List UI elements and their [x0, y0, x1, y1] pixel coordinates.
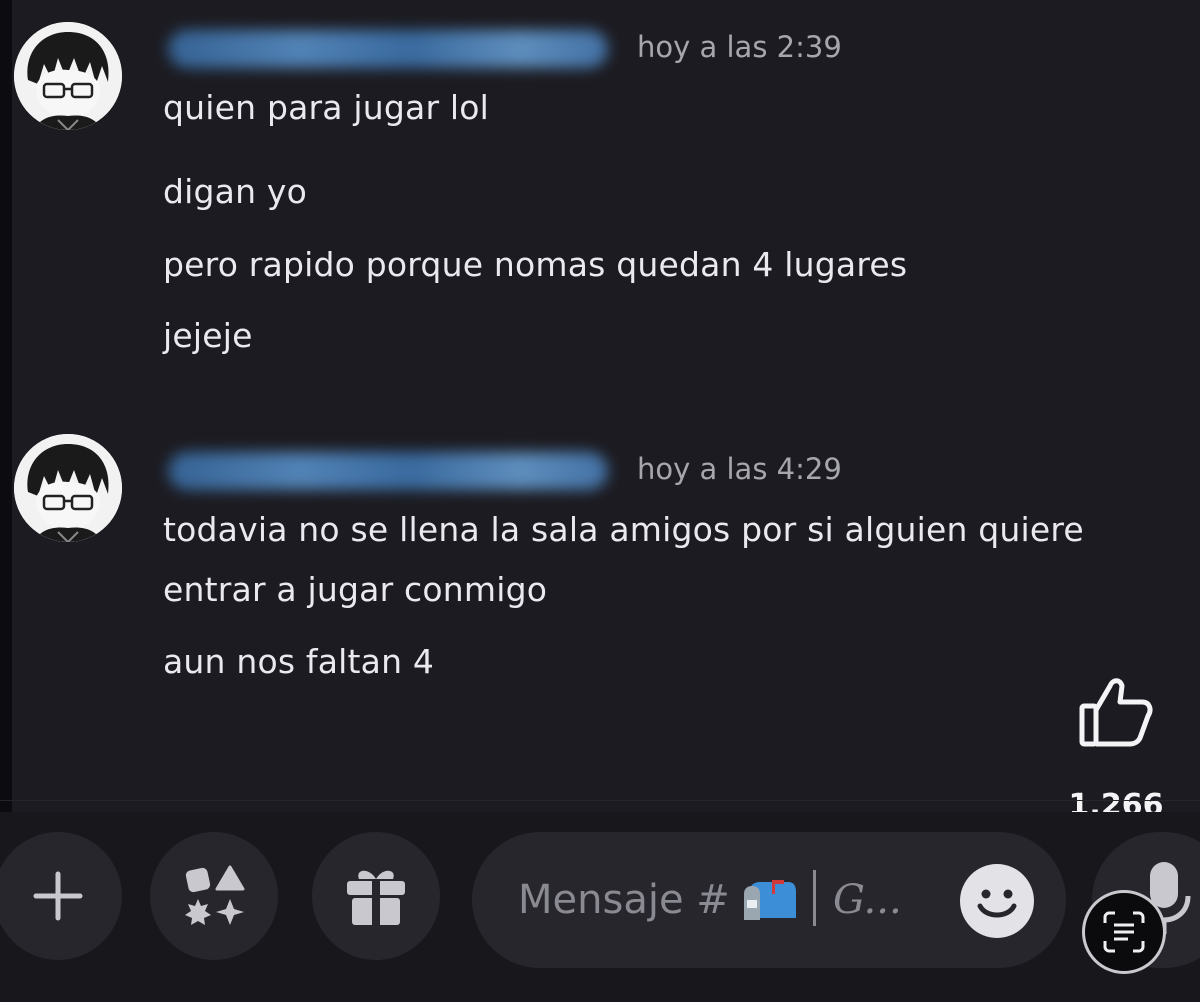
apps-icon — [181, 863, 247, 929]
mailbox-icon — [742, 878, 798, 922]
apps-button[interactable] — [150, 832, 278, 960]
smile-icon — [960, 889, 1034, 942]
gif-hint: G... — [833, 877, 902, 923]
message-line: jejeje — [163, 316, 253, 355]
message-line: digan yo — [163, 172, 308, 211]
message-timestamp: hoy a las 4:29 — [637, 452, 842, 486]
gift-icon — [343, 863, 409, 929]
message-line: entrar a jugar conmigo — [163, 570, 548, 609]
message-line: pero rapido porque nomas quedan 4 lugare… — [163, 245, 908, 284]
message-placeholder: Mensaje # — [518, 877, 730, 923]
message-timestamp: hoy a las 2:39 — [637, 30, 842, 64]
thumbs-up-icon[interactable] — [1076, 672, 1156, 750]
user-avatar[interactable] — [14, 434, 122, 542]
message-line: quien para jugar lol — [163, 88, 490, 127]
message-line: todavia no se llena la sala amigos por s… — [163, 510, 1084, 549]
add-attachment-button[interactable] — [0, 832, 122, 960]
message-line: aun nos faltan 4 — [163, 642, 435, 681]
username-redacted[interactable] — [168, 30, 608, 68]
plus-icon — [30, 868, 86, 924]
gift-button[interactable] — [312, 832, 440, 960]
username-redacted[interactable] — [168, 452, 608, 490]
text-cursor — [813, 870, 816, 926]
scan-text-button[interactable] — [1082, 890, 1166, 974]
emoji-button[interactable] — [960, 864, 1034, 938]
user-avatar[interactable] — [14, 22, 122, 130]
divider — [0, 800, 1200, 801]
chat-screen: hoy a las 2:39 quien para jugar lol diga… — [0, 0, 1200, 1002]
scan-icon — [1102, 910, 1146, 958]
